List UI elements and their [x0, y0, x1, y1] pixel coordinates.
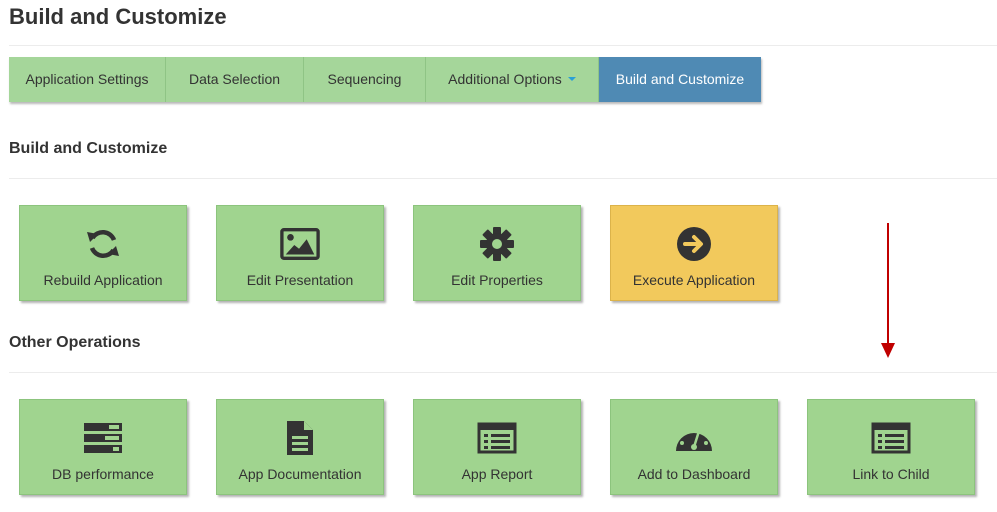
tile-label: App Report	[461, 466, 533, 482]
arrow-circle-right-icon	[674, 226, 714, 262]
red-down-arrow-icon	[881, 223, 895, 358]
rebuild-application-button[interactable]: Rebuild Application	[19, 205, 187, 301]
section-heading-other: Other Operations	[9, 334, 141, 351]
app-report-button[interactable]: App Report	[413, 399, 581, 495]
tab-application-settings[interactable]: Application Settings	[9, 57, 166, 102]
section-divider	[9, 178, 997, 179]
refresh-icon	[83, 226, 123, 262]
db-performance-button[interactable]: DB performance	[19, 399, 187, 495]
tab-label: Additional Options	[448, 71, 562, 87]
tile-label: Link to Child	[852, 466, 930, 482]
tab-additional-options[interactable]: Additional Options	[426, 57, 599, 102]
tile-label: Add to Dashboard	[637, 466, 751, 482]
document-icon	[280, 420, 320, 456]
tile-label: Edit Presentation	[246, 272, 354, 288]
gear-icon	[477, 226, 517, 262]
app-documentation-button[interactable]: App Documentation	[216, 399, 384, 495]
tab-label: Application Settings	[25, 71, 149, 87]
tab-build-and-customize[interactable]: Build and Customize	[599, 57, 761, 102]
tab-label: Sequencing	[327, 71, 402, 87]
tile-label: Rebuild Application	[43, 272, 163, 288]
list-icon	[871, 420, 911, 456]
tab-data-selection[interactable]: Data Selection	[166, 57, 304, 102]
page-title: Build and Customize	[9, 4, 227, 29]
caret-down-icon	[567, 77, 576, 82]
tab-label: Data Selection	[188, 71, 281, 87]
link-to-child-button[interactable]: Link to Child	[807, 399, 975, 495]
image-icon	[280, 226, 320, 262]
tab-sequencing[interactable]: Sequencing	[304, 57, 426, 102]
tab-label: Build and Customize	[615, 71, 745, 87]
section-heading-build: Build and Customize	[9, 140, 168, 157]
server-icon	[83, 420, 123, 456]
wizard-tabs: Application Settings Data Selection Sequ…	[9, 57, 761, 102]
section-divider	[9, 372, 997, 373]
edit-presentation-button[interactable]: Edit Presentation	[216, 205, 384, 301]
edit-properties-button[interactable]: Edit Properties	[413, 205, 581, 301]
tile-label: Edit Properties	[451, 272, 543, 288]
tile-label: App Documentation	[238, 466, 362, 482]
list-icon	[477, 420, 517, 456]
title-divider	[9, 45, 997, 46]
execute-application-button[interactable]: Execute Application	[610, 205, 778, 301]
dashboard-gauge-icon	[674, 420, 714, 456]
tile-label: DB performance	[52, 466, 154, 482]
add-to-dashboard-button[interactable]: Add to Dashboard	[610, 399, 778, 495]
tile-label: Execute Application	[632, 272, 756, 288]
